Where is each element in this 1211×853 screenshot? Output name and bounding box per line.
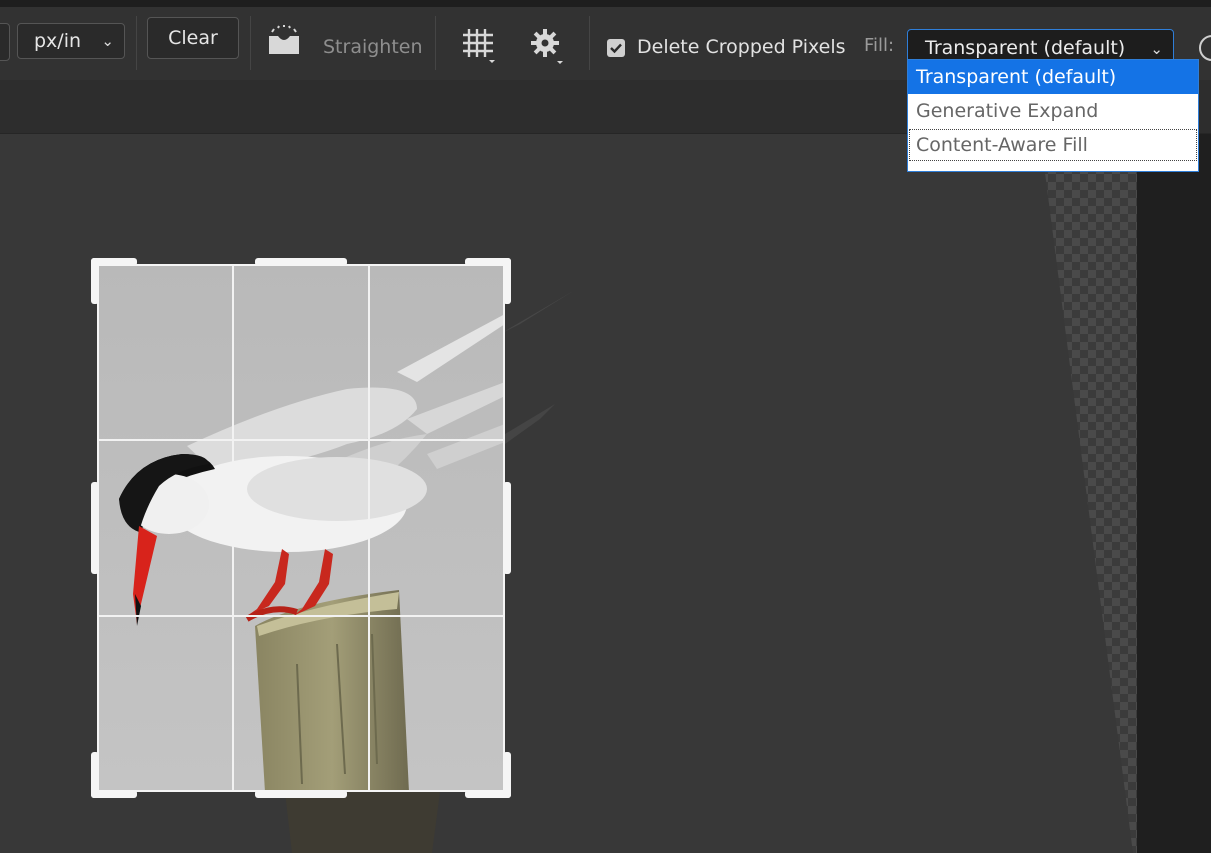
clear-button[interactable]: Clear (147, 17, 239, 59)
crop-handle-bottom-right[interactable] (503, 752, 511, 798)
straighten-icon[interactable] (266, 24, 302, 60)
fill-select-value: Transparent (default) (925, 37, 1126, 59)
crop-handle-top-right[interactable] (503, 258, 511, 304)
crop-handle-top-left[interactable] (91, 258, 99, 304)
units-select[interactable]: px/in ⌄ (17, 23, 125, 59)
gear-icon[interactable] (529, 27, 567, 65)
units-select-value: px/in (34, 30, 82, 52)
fill-option-content-aware-fill[interactable]: Content-Aware Fill (908, 128, 1198, 162)
crop-handle-left[interactable] (91, 482, 99, 574)
straighten-label[interactable]: Straighten (323, 36, 423, 58)
delete-cropped-pixels-checkbox[interactable] (607, 39, 625, 57)
help-icon[interactable] (1199, 35, 1211, 61)
divider (589, 16, 590, 70)
crop-handle-right[interactable] (503, 482, 511, 574)
canvas[interactable] (0, 134, 1211, 853)
ratio-field[interactable] (0, 23, 10, 61)
crop-handle-bottom-left[interactable] (91, 752, 99, 798)
divider (435, 16, 436, 70)
crop-box[interactable] (91, 258, 511, 798)
fill-option-generative-expand[interactable]: Generative Expand (908, 94, 1198, 128)
pasteboard-edge (1137, 134, 1211, 853)
delete-cropped-pixels-label[interactable]: Delete Cropped Pixels (637, 36, 846, 58)
chevron-down-icon: ⌄ (101, 32, 114, 50)
divider (136, 16, 137, 70)
fill-option-transparent[interactable]: Transparent (default) (908, 60, 1198, 94)
crop-handle-bottom[interactable] (255, 790, 347, 798)
grid-overlay-icon[interactable] (460, 26, 498, 64)
fill-label: Fill: (864, 35, 895, 56)
crop-handle-top[interactable] (255, 258, 347, 266)
fill-dropdown-menu: Transparent (default) Generative Expand … (907, 59, 1199, 172)
crop-border (97, 264, 505, 792)
divider (250, 16, 251, 70)
